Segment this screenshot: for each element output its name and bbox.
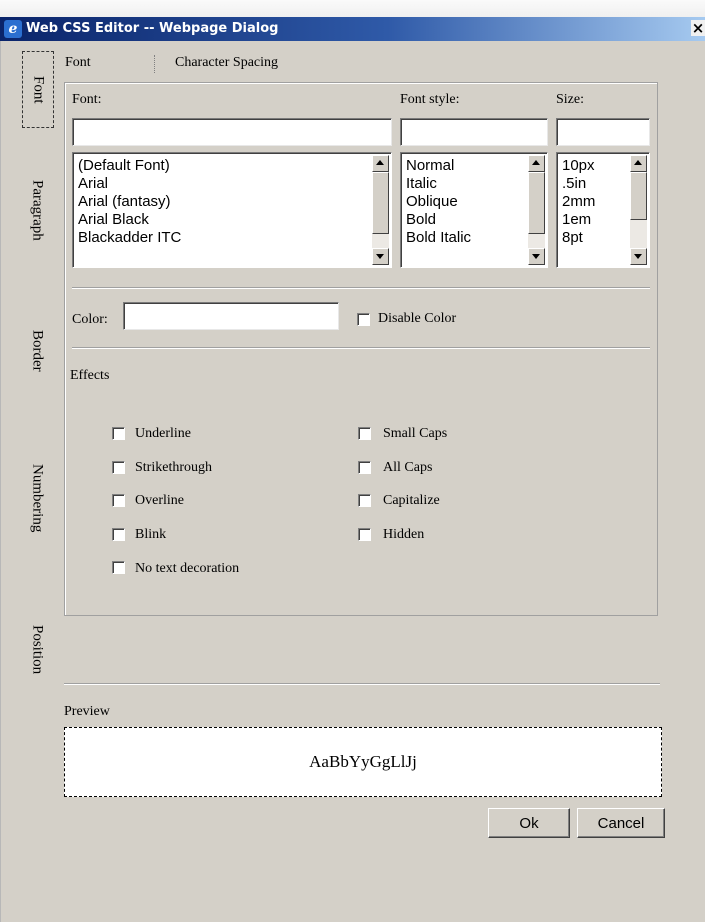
no-text-decoration-checkbox[interactable] — [112, 561, 125, 574]
side-tab-font[interactable]: Font — [22, 51, 54, 128]
overline-checkbox[interactable] — [112, 494, 125, 507]
separator — [64, 683, 660, 685]
all-caps-checkbox[interactable] — [358, 461, 371, 474]
background-strip — [0, 0, 705, 17]
list-item[interactable]: 2mm — [562, 193, 595, 211]
preview-sample-text: AaBbYyGgLlJj — [309, 752, 417, 771]
size-list-scrollbar[interactable] — [630, 155, 647, 265]
size-input[interactable] — [556, 118, 650, 146]
scroll-thumb[interactable] — [630, 172, 647, 220]
side-tab-numbering-label: Numbering — [29, 463, 46, 533]
font-label: Font: — [72, 92, 102, 107]
list-item[interactable]: .5in — [562, 175, 595, 193]
scroll-up-button[interactable] — [630, 155, 647, 172]
blink-checkbox[interactable] — [112, 528, 125, 541]
preview-label: Preview — [64, 704, 110, 719]
side-tab-paragraph-label: Paragraph — [29, 179, 46, 241]
font-style-list[interactable]: Normal Italic Oblique Bold Bold Italic — [400, 152, 548, 268]
scroll-down-button[interactable] — [372, 248, 389, 265]
side-tab-numbering[interactable]: Numbering — [22, 448, 52, 548]
list-item[interactable]: Arial (fantasy) — [78, 193, 181, 211]
hidden-checkbox[interactable] — [358, 528, 371, 541]
list-item[interactable]: 8pt — [562, 229, 595, 247]
disable-color-checkbox[interactable] — [357, 313, 370, 326]
color-input[interactable] — [123, 302, 339, 330]
underline-checkbox[interactable] — [112, 427, 125, 440]
preview-box: AaBbYyGgLlJj — [64, 727, 662, 797]
font-list-scrollbar[interactable] — [372, 155, 389, 265]
list-item[interactable]: 1em — [562, 211, 595, 229]
blink-label: Blink — [135, 527, 167, 542]
font-style-input[interactable] — [400, 118, 548, 146]
list-item[interactable]: Arial Black — [78, 211, 181, 229]
font-input[interactable] — [72, 118, 392, 146]
list-item[interactable]: Oblique — [406, 193, 471, 211]
scroll-down-button[interactable] — [528, 248, 545, 265]
scroll-up-button[interactable] — [372, 155, 389, 172]
side-tab-paragraph[interactable]: Paragraph — [22, 160, 52, 260]
scroll-down-button[interactable] — [630, 248, 647, 265]
close-icon[interactable]: × — [691, 20, 705, 36]
list-item[interactable]: Bold Italic — [406, 229, 471, 247]
title-bar: e Web CSS Editor -- Webpage Dialog × — [0, 17, 705, 41]
font-style-label: Font style: — [400, 92, 460, 107]
top-tab-character-spacing[interactable]: Character Spacing — [175, 55, 278, 71]
hidden-label: Hidden — [383, 527, 425, 542]
scroll-up-button[interactable] — [528, 155, 545, 172]
size-list[interactable]: 10px .5in 2mm 1em 8pt — [556, 152, 650, 268]
list-item[interactable]: 10px — [562, 157, 595, 175]
list-item[interactable]: Blackadder ITC — [78, 229, 181, 247]
list-item[interactable]: (Default Font) — [78, 157, 181, 175]
size-label: Size: — [556, 92, 584, 107]
strikethrough-label: Strikethrough — [135, 460, 212, 475]
list-item[interactable]: Arial — [78, 175, 181, 193]
underline-label: Underline — [135, 426, 191, 441]
small-caps-label: Small Caps — [383, 426, 448, 441]
font-list[interactable]: (Default Font) Arial Arial (fantasy) Ari… — [72, 152, 392, 268]
no-text-decoration-label: No text decoration — [135, 561, 240, 576]
side-tab-border-label: Border — [29, 330, 46, 372]
side-tab-position[interactable]: Position — [22, 612, 52, 688]
side-tab-font-label: Font — [30, 75, 47, 104]
list-item[interactable]: Bold — [406, 211, 471, 229]
ok-button[interactable]: Ok — [488, 808, 570, 838]
side-tab-position-label: Position — [29, 625, 46, 675]
separator — [72, 287, 650, 289]
separator — [72, 347, 650, 349]
small-caps-checkbox[interactable] — [358, 427, 371, 440]
scroll-thumb[interactable] — [528, 172, 545, 234]
strikethrough-checkbox[interactable] — [112, 461, 125, 474]
list-item[interactable]: Normal — [406, 157, 471, 175]
ie-icon: e — [4, 20, 22, 38]
top-tab-font[interactable]: Font — [65, 55, 91, 71]
effects-heading: Effects — [70, 368, 110, 383]
cancel-button[interactable]: Cancel — [577, 808, 665, 838]
tab-divider — [154, 55, 156, 73]
font-style-list-scrollbar[interactable] — [528, 155, 545, 265]
side-tab-border[interactable]: Border — [22, 318, 52, 384]
disable-color-label: Disable Color — [378, 311, 457, 326]
window-title: Web CSS Editor -- Webpage Dialog — [26, 21, 279, 36]
capitalize-checkbox[interactable] — [358, 494, 371, 507]
overline-label: Overline — [135, 493, 184, 508]
all-caps-label: All Caps — [383, 460, 433, 475]
color-label: Color: — [72, 312, 108, 327]
scroll-thumb[interactable] — [372, 172, 389, 234]
list-item[interactable]: Italic — [406, 175, 471, 193]
capitalize-label: Capitalize — [383, 493, 440, 508]
